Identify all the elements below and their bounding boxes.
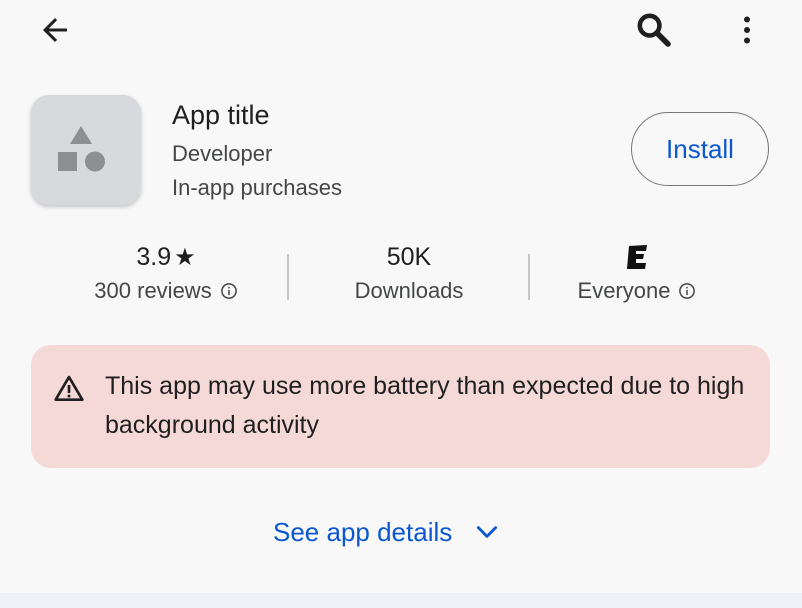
content-rating-stat[interactable]: Everyone xyxy=(550,240,724,316)
arrow-back-icon xyxy=(43,18,67,42)
in-app-purchases-label: In-app purchases xyxy=(172,175,342,200)
search-button[interactable] xyxy=(630,6,678,54)
esrb-e-icon xyxy=(627,245,647,269)
app-icon xyxy=(31,95,141,205)
app-developer-link[interactable]: Developer xyxy=(172,141,272,167)
shapes-icon xyxy=(58,126,105,172)
star-icon: ★ xyxy=(174,243,196,271)
search-icon xyxy=(637,13,671,47)
see-app-details-label: See app details xyxy=(273,516,453,547)
back-button[interactable] xyxy=(31,6,79,54)
rating-stat[interactable]: 3.9 ★ 300 reviews xyxy=(66,240,266,316)
warning-text: This app may use more battery than expec… xyxy=(105,372,745,439)
app-details-screen: App title Developer In-app purchases Ins… xyxy=(0,0,802,608)
stat-divider xyxy=(528,254,530,300)
reviews-count: 300 reviews xyxy=(94,278,212,303)
downloads-value: 50K xyxy=(386,242,432,271)
install-button[interactable]: Install xyxy=(631,112,769,186)
stat-divider xyxy=(287,254,289,300)
battery-warning-card: This app may use more battery than expec… xyxy=(31,345,770,468)
more-vert-icon xyxy=(744,16,750,44)
top-app-bar xyxy=(0,0,802,64)
warning-icon xyxy=(54,375,84,401)
content-rating-row: Everyone xyxy=(578,278,697,304)
more-options-button[interactable] xyxy=(723,6,771,54)
downloads-stat: 50K Downloads xyxy=(309,240,509,316)
bottom-edge xyxy=(0,593,802,608)
info-icon[interactable] xyxy=(220,282,238,300)
info-icon[interactable] xyxy=(678,282,696,300)
reviews-row: 300 reviews xyxy=(94,278,237,304)
content-rating-badge-row xyxy=(625,240,649,274)
chevron-down-icon xyxy=(474,519,500,545)
rating-value-row: 3.9 ★ xyxy=(136,240,195,274)
downloads-label: Downloads xyxy=(354,278,464,303)
app-title: App title xyxy=(172,100,270,130)
rating-value: 3.9 xyxy=(136,242,172,271)
content-rating-label: Everyone xyxy=(577,278,671,303)
see-app-details-button[interactable]: See app details xyxy=(273,510,500,554)
